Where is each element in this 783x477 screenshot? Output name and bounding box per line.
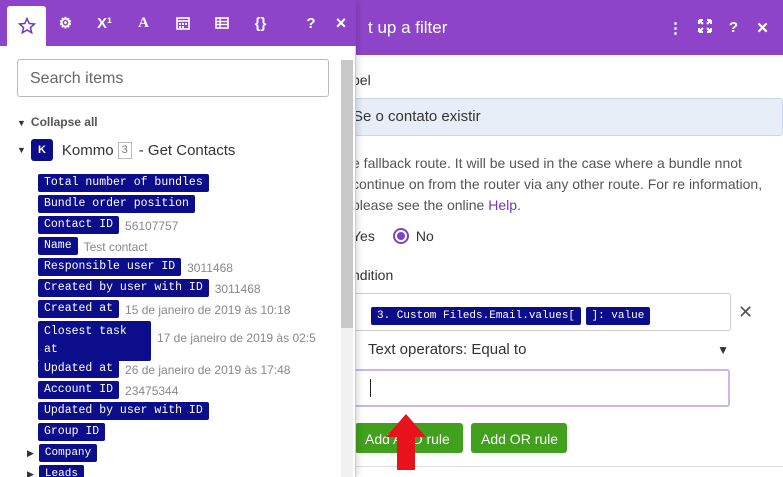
module-number: 3 <box>117 141 132 159</box>
add-or-rule-button[interactable]: Add OR rule <box>471 423 567 453</box>
search-input[interactable]: Search items <box>17 59 329 97</box>
kommo-icon: K <box>30 139 53 161</box>
condition-input[interactable]: 3. Custom Fileds.Email.values[ ]: value <box>352 293 731 331</box>
mapping-item[interactable]: Account ID 23475344 <box>38 381 178 399</box>
close-icon[interactable]: ✕ <box>748 19 777 37</box>
description-text: e fallback route. It will be used in the… <box>352 155 763 213</box>
fallback-radio-group: Yes No <box>352 228 434 244</box>
operator-value: Text operators: Equal to <box>368 341 527 358</box>
mapping-item[interactable]: Name Test contact <box>38 237 148 255</box>
radio-no-label[interactable]: No <box>416 228 434 244</box>
expand-icon[interactable] <box>690 18 719 37</box>
popup-tab-bar: ⚙ X¹ A {} ? × <box>0 0 356 46</box>
mapping-item[interactable]: Updated by user with ID <box>38 402 209 420</box>
mapping-item[interactable]: Updated at 26 de janeiro de 2019 às 17:48 <box>38 360 290 378</box>
star-icon[interactable] <box>7 6 46 46</box>
mapped-field-pill[interactable]: 3. Custom Fileds.Email.values[ <box>371 307 582 325</box>
scrollbar-thumb[interactable] <box>341 60 353 328</box>
mapped-field-pill[interactable]: ]: value <box>585 307 651 325</box>
mapping-item[interactable]: Contact ID 56107757 <box>38 216 178 234</box>
filter-panel: t up a filter ⋮ ? ✕ bel Se o contato exi… <box>340 0 783 477</box>
table-icon[interactable] <box>202 4 241 42</box>
fallback-description: e fallback route. It will be used in the… <box>352 153 772 216</box>
mapping-item[interactable]: Created by user with ID 3011468 <box>38 279 261 297</box>
text-cursor <box>370 379 371 397</box>
braces-icon[interactable]: {} <box>241 4 280 42</box>
mapping-item[interactable]: Responsible user ID 3011468 <box>38 258 233 276</box>
help-link[interactable]: Help <box>488 197 517 213</box>
calendar-icon[interactable] <box>163 4 202 42</box>
value-input[interactable] <box>352 369 730 407</box>
radio-no[interactable] <box>392 228 409 244</box>
scrollbar[interactable] <box>341 60 353 477</box>
red-arrow-annotation <box>386 414 426 470</box>
delete-condition-icon[interactable]: ✕ <box>738 302 753 323</box>
help-icon[interactable]: ? <box>719 19 748 37</box>
mapping-item[interactable]: Created at 15 de janeiro de 2019 às 10:18 <box>38 300 290 318</box>
close-icon[interactable]: × <box>326 4 356 42</box>
module-name: Kommo <box>61 141 114 159</box>
condition-caption: ndition <box>352 267 394 283</box>
label-input[interactable]: Se o contato existir <box>352 98 783 136</box>
triangle-down-icon: ▼ <box>17 145 26 155</box>
mapping-group-company[interactable]: ▶ Company <box>27 444 98 462</box>
triangle-right-icon: ▶ <box>27 447 34 458</box>
triangle-down-icon: ▼ <box>17 118 26 128</box>
filter-header: t up a filter ⋮ ? ✕ <box>340 0 783 55</box>
module-node[interactable]: ▼ K Kommo 3 - Get Contacts <box>17 139 235 161</box>
collapse-all-toggle[interactable]: ▼ Collapse all <box>17 115 98 129</box>
text-icon[interactable]: A <box>124 4 163 42</box>
mapping-popup: ⚙ X¹ A {} ? × Search items ▼ Collapse all… <box>0 0 356 477</box>
mapping-item[interactable]: Total number of bundles <box>38 174 209 192</box>
operator-select[interactable]: Text operators: Equal to ▼ <box>352 337 729 363</box>
mapping-item[interactable]: Bundle order position <box>38 195 195 213</box>
triangle-right-icon: ▶ <box>27 468 34 477</box>
more-vert-icon[interactable]: ⋮ <box>661 19 690 37</box>
filter-title: t up a filter <box>368 17 448 37</box>
help-icon[interactable]: ? <box>296 4 326 42</box>
superscript-icon[interactable]: X¹ <box>85 4 124 42</box>
mapping-item[interactable]: Group ID <box>38 423 106 441</box>
module-action: - Get Contacts <box>138 141 236 159</box>
chevron-down-icon: ▼ <box>717 343 729 357</box>
gear-icon[interactable]: ⚙ <box>46 4 85 42</box>
mapping-group-leads[interactable]: ▶ Leads <box>27 465 84 477</box>
description-end: . <box>517 197 521 213</box>
mapping-item[interactable]: Closest task at 17 de janeiro de 2019 às … <box>38 321 316 361</box>
